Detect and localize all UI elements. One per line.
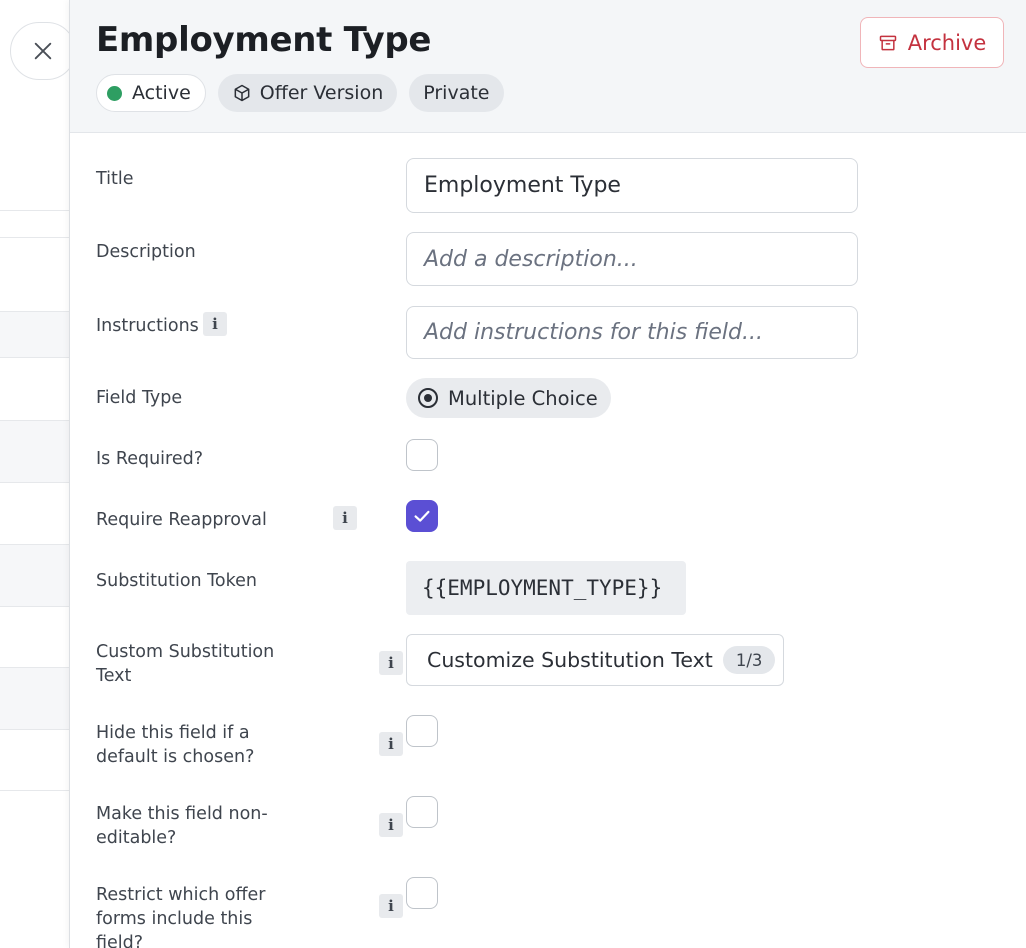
background-row	[0, 544, 70, 606]
require-reapproval-label: Require Reapproval	[96, 510, 267, 530]
archive-button[interactable]: Archive	[860, 17, 1004, 68]
background-divider	[0, 482, 70, 483]
restrict-forms-info-icon[interactable]: i	[379, 894, 403, 918]
offer-version-badge: Offer Version	[217, 74, 398, 112]
hide-if-default-info-icon[interactable]: i	[379, 732, 403, 756]
customize-substitution-label: Customize Substitution Text	[427, 648, 713, 672]
is-required-label: Is Required?	[96, 449, 204, 469]
hide-if-default-label: Hide this field if a default is chosen?	[96, 723, 255, 767]
require-reapproval-info-icon[interactable]: i	[333, 506, 357, 530]
field-type-value: Multiple Choice	[448, 386, 598, 410]
non-editable-info-icon[interactable]: i	[379, 813, 403, 837]
require-reapproval-checkbox[interactable]	[406, 500, 438, 532]
instructions-info-icon[interactable]: i	[203, 312, 227, 336]
active-badge-label: Active	[132, 82, 191, 104]
background-row	[0, 420, 70, 482]
instructions-placeholder: Add instructions for this field...	[424, 320, 763, 345]
substitution-token-label: Substitution Token	[96, 571, 257, 591]
radio-icon	[418, 388, 438, 408]
archive-icon	[879, 35, 896, 50]
non-editable-label: Make this field non-editable?	[96, 804, 268, 848]
description-placeholder: Add a description...	[424, 246, 638, 272]
close-icon	[34, 42, 52, 60]
non-editable-checkbox[interactable]	[406, 796, 438, 828]
offer-version-label: Offer Version	[259, 82, 384, 104]
check-icon	[414, 510, 430, 522]
description-input[interactable]: Add a description...	[406, 232, 858, 286]
cube-icon	[234, 84, 250, 102]
restrict-forms-checkbox[interactable]	[406, 877, 438, 909]
active-dot-icon	[107, 85, 122, 101]
archive-button-label: Archive	[907, 30, 987, 55]
field-type-label: Field Type	[96, 388, 183, 408]
restrict-forms-label: Restrict which offer forms include this …	[96, 885, 266, 948]
instructions-input[interactable]: Add instructions for this field...	[406, 306, 858, 359]
background-divider	[0, 311, 70, 312]
background-divider	[0, 357, 70, 358]
private-badge-label: Private	[423, 82, 490, 104]
title-input-value: Employment Type	[424, 173, 621, 198]
background-divider	[0, 606, 70, 607]
substitution-token-value[interactable]: {{EMPLOYMENT_TYPE}}	[406, 561, 686, 615]
customize-substitution-button[interactable]: Customize Substitution Text 1/3	[406, 634, 784, 686]
is-required-checkbox[interactable]	[406, 439, 438, 471]
background-divider	[0, 667, 70, 668]
close-button[interactable]	[10, 22, 76, 80]
title-label: Title	[96, 169, 134, 189]
background-divider	[0, 210, 70, 211]
private-badge: Private	[409, 74, 504, 112]
background-divider	[0, 420, 70, 421]
background-row	[0, 311, 70, 357]
field-type-pill[interactable]: Multiple Choice	[406, 378, 611, 418]
page-title: Employment Type	[96, 20, 432, 60]
status-badges: Active Offer Version Private	[96, 74, 504, 112]
background-divider	[0, 790, 70, 791]
background-divider	[0, 729, 70, 730]
active-badge: Active	[96, 74, 206, 112]
description-label: Description	[96, 242, 196, 262]
hide-if-default-checkbox[interactable]	[406, 715, 438, 747]
title-input[interactable]: Employment Type	[406, 158, 858, 213]
field-detail-drawer: Employment Type Active Offer Version Pri…	[69, 0, 1026, 948]
background-page	[0, 0, 70, 948]
drawer-header: Employment Type Active Offer Version Pri…	[70, 0, 1026, 133]
background-row	[0, 667, 70, 729]
custom-substitution-label: Custom Substitution Text	[96, 642, 275, 686]
instructions-label: Instructions	[96, 316, 199, 336]
substitution-count-badge: 1/3	[722, 646, 776, 674]
custom-substitution-info-icon[interactable]: i	[379, 651, 403, 675]
background-divider	[0, 237, 70, 238]
background-divider	[0, 544, 70, 545]
